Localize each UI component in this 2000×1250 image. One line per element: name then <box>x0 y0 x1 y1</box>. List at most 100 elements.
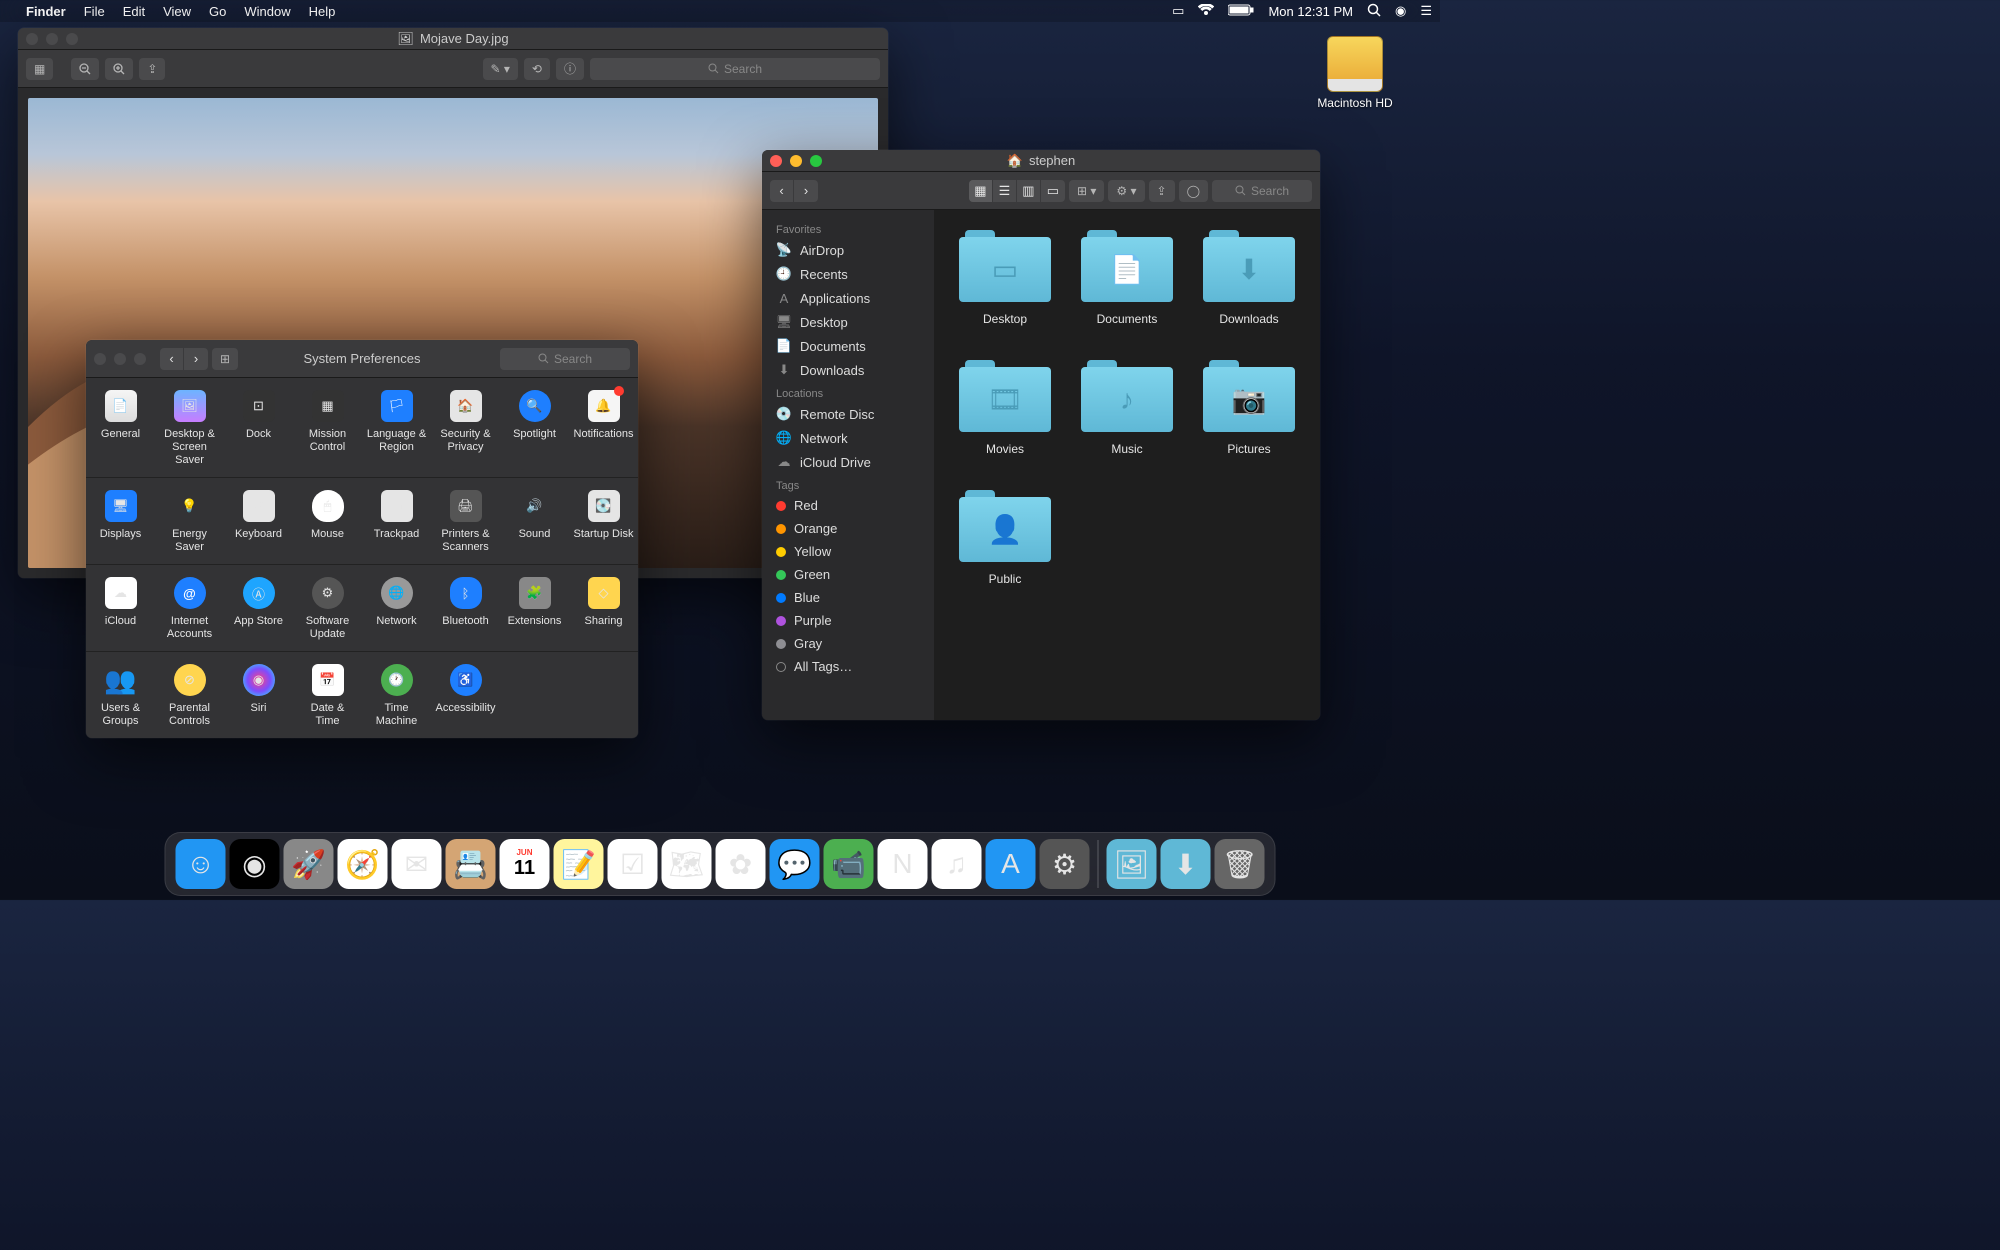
pref-energy[interactable]: 💡Energy Saver <box>155 478 224 564</box>
dock-messages[interactable]: 💬 <box>770 839 820 889</box>
desktop-hd-icon[interactable]: Macintosh HD <box>1310 36 1400 110</box>
show-all-button[interactable]: ⊞ <box>212 348 238 370</box>
share-button[interactable]: ⇪ <box>139 58 165 80</box>
dock-trash[interactable]: 🗑 <box>1215 839 1265 889</box>
icon-view-button[interactable]: ▦ <box>969 180 993 202</box>
close-button[interactable] <box>94 353 106 365</box>
pref-spotlight[interactable]: 🔍Spotlight <box>500 378 569 477</box>
pref-desktop[interactable]: 🖼Desktop &Screen Saver <box>155 378 224 477</box>
pref-icloud[interactable]: ☁iCloud <box>86 565 155 651</box>
dock-itunes[interactable]: ♫ <box>932 839 982 889</box>
sidebar-item-yellow[interactable]: Yellow <box>762 540 934 563</box>
sidebar-item-gray[interactable]: Gray <box>762 632 934 655</box>
dock-mail[interactable]: ✉ <box>392 839 442 889</box>
pref-sharing[interactable]: ◇Sharing <box>569 565 638 651</box>
dock-finder[interactable]: ☺ <box>176 839 226 889</box>
menu-view[interactable]: View <box>163 4 191 19</box>
pref-bluetooth[interactable]: ᛒBluetooth <box>431 565 500 651</box>
pref-trackpad[interactable]: ▭Trackpad <box>362 478 431 564</box>
folder-music[interactable]: ♪Music <box>1076 360 1178 456</box>
close-button[interactable] <box>26 33 38 45</box>
siri-icon[interactable]: ◉ <box>1395 3 1406 19</box>
zoom-in-button[interactable] <box>105 58 133 80</box>
zoom-out-button[interactable] <box>71 58 99 80</box>
dock-photos[interactable]: ✿ <box>716 839 766 889</box>
search-field[interactable]: Search <box>1212 180 1312 202</box>
dock-maps[interactable]: 🗺 <box>662 839 712 889</box>
pref-keyboard[interactable]: ⌨Keyboard <box>224 478 293 564</box>
sidebar-item-blue[interactable]: Blue <box>762 586 934 609</box>
rotate-button[interactable]: ⟲ <box>524 58 550 80</box>
spotlight-icon[interactable] <box>1367 3 1381 20</box>
dock-desktop-stack[interactable]: 🖼 <box>1107 839 1157 889</box>
preview-titlebar[interactable]: 🖼 Mojave Day.jpg <box>18 28 888 50</box>
search-field[interactable]: Search <box>590 58 880 80</box>
sidebar-item-green[interactable]: Green <box>762 563 934 586</box>
sidebar-item-orange[interactable]: Orange <box>762 517 934 540</box>
dock-siri[interactable]: ◉ <box>230 839 280 889</box>
sidebar-item-recents[interactable]: 🕘Recents <box>762 262 934 286</box>
share-button[interactable]: ⇪ <box>1149 180 1175 202</box>
sidebar-item-network[interactable]: 🌐Network <box>762 426 934 450</box>
sidebar-item-icloud-drive[interactable]: ☁iCloud Drive <box>762 450 934 474</box>
dock-sysprefs[interactable]: ⚙ <box>1040 839 1090 889</box>
pref-network[interactable]: 🌐Network <box>362 565 431 651</box>
dock-calendar[interactable]: JUN11 <box>500 839 550 889</box>
tags-button[interactable]: ◯ <box>1179 180 1208 202</box>
pref-notif[interactable]: 🔔Notifications <box>569 378 638 477</box>
group-button[interactable]: ⊞ ▾ <box>1069 180 1104 202</box>
folder-documents[interactable]: 📄Documents <box>1076 230 1178 326</box>
dock-facetime[interactable]: 📹 <box>824 839 874 889</box>
sidebar-item-downloads[interactable]: ⬇Downloads <box>762 358 934 382</box>
action-button[interactable]: ⚙ ▾ <box>1108 180 1144 202</box>
sidebar-item-desktop[interactable]: 🖥Desktop <box>762 310 934 334</box>
pref-users[interactable]: 👥Users &Groups <box>86 652 155 738</box>
finder-content[interactable]: ▭Desktop📄Documents⬇Downloads🎞Movies♪Musi… <box>934 210 1320 720</box>
pref-siri[interactable]: ◉Siri <box>224 652 293 738</box>
search-field[interactable]: Search <box>500 348 630 370</box>
pref-appstore[interactable]: ⒶApp Store <box>224 565 293 651</box>
sidebar-item-documents[interactable]: 📄Documents <box>762 334 934 358</box>
markup-button[interactable]: ✎ ▾ <box>483 58 518 80</box>
sidebar-toggle-button[interactable]: ▦ <box>26 58 53 80</box>
info-button[interactable]: ⓘ <box>556 58 584 80</box>
dock-notes[interactable]: 📝 <box>554 839 604 889</box>
pref-time[interactable]: 🕐Time Machine <box>362 652 431 738</box>
pref-ext[interactable]: 🧩Extensions <box>500 565 569 651</box>
list-view-button[interactable]: ☰ <box>993 180 1017 202</box>
folder-downloads[interactable]: ⬇Downloads <box>1198 230 1300 326</box>
dock-news[interactable]: N <box>878 839 928 889</box>
pref-startup[interactable]: 💽Startup Disk <box>569 478 638 564</box>
forward-button[interactable]: › <box>794 180 818 202</box>
dock-reminders[interactable]: ☑ <box>608 839 658 889</box>
sidebar-item-applications[interactable]: AApplications <box>762 286 934 310</box>
zoom-button[interactable] <box>66 33 78 45</box>
pref-security[interactable]: 🏠Security &Privacy <box>431 378 500 477</box>
dock-safari[interactable]: 🧭 <box>338 839 388 889</box>
minimize-button[interactable] <box>46 33 58 45</box>
forward-button[interactable]: › <box>184 348 208 370</box>
pref-displays[interactable]: 🖥Displays <box>86 478 155 564</box>
zoom-button[interactable] <box>134 353 146 365</box>
pref-sound[interactable]: 🔊Sound <box>500 478 569 564</box>
back-button[interactable]: ‹ <box>160 348 184 370</box>
back-button[interactable]: ‹ <box>770 180 794 202</box>
close-button[interactable] <box>770 155 782 167</box>
sidebar-item-purple[interactable]: Purple <box>762 609 934 632</box>
airplay-icon[interactable]: ▭ <box>1172 3 1184 19</box>
dock-contacts[interactable]: 📇 <box>446 839 496 889</box>
pref-date[interactable]: 📅Date &Time <box>293 652 362 738</box>
sidebar-item-remote-disc[interactable]: 💿Remote Disc <box>762 402 934 426</box>
folder-public[interactable]: 👤Public <box>954 490 1056 586</box>
minimize-button[interactable] <box>790 155 802 167</box>
gallery-view-button[interactable]: ▭ <box>1041 180 1065 202</box>
sidebar-item-airdrop[interactable]: 📡AirDrop <box>762 238 934 262</box>
folder-desktop[interactable]: ▭Desktop <box>954 230 1056 326</box>
dock-appstore[interactable]: A <box>986 839 1036 889</box>
app-menu[interactable]: Finder <box>26 4 66 19</box>
folder-pictures[interactable]: 📷Pictures <box>1198 360 1300 456</box>
pref-dock[interactable]: ⊡Dock <box>224 378 293 477</box>
finder-titlebar[interactable]: 🏠 stephen <box>762 150 1320 172</box>
column-view-button[interactable]: ▥ <box>1017 180 1041 202</box>
wifi-icon[interactable] <box>1198 4 1214 19</box>
